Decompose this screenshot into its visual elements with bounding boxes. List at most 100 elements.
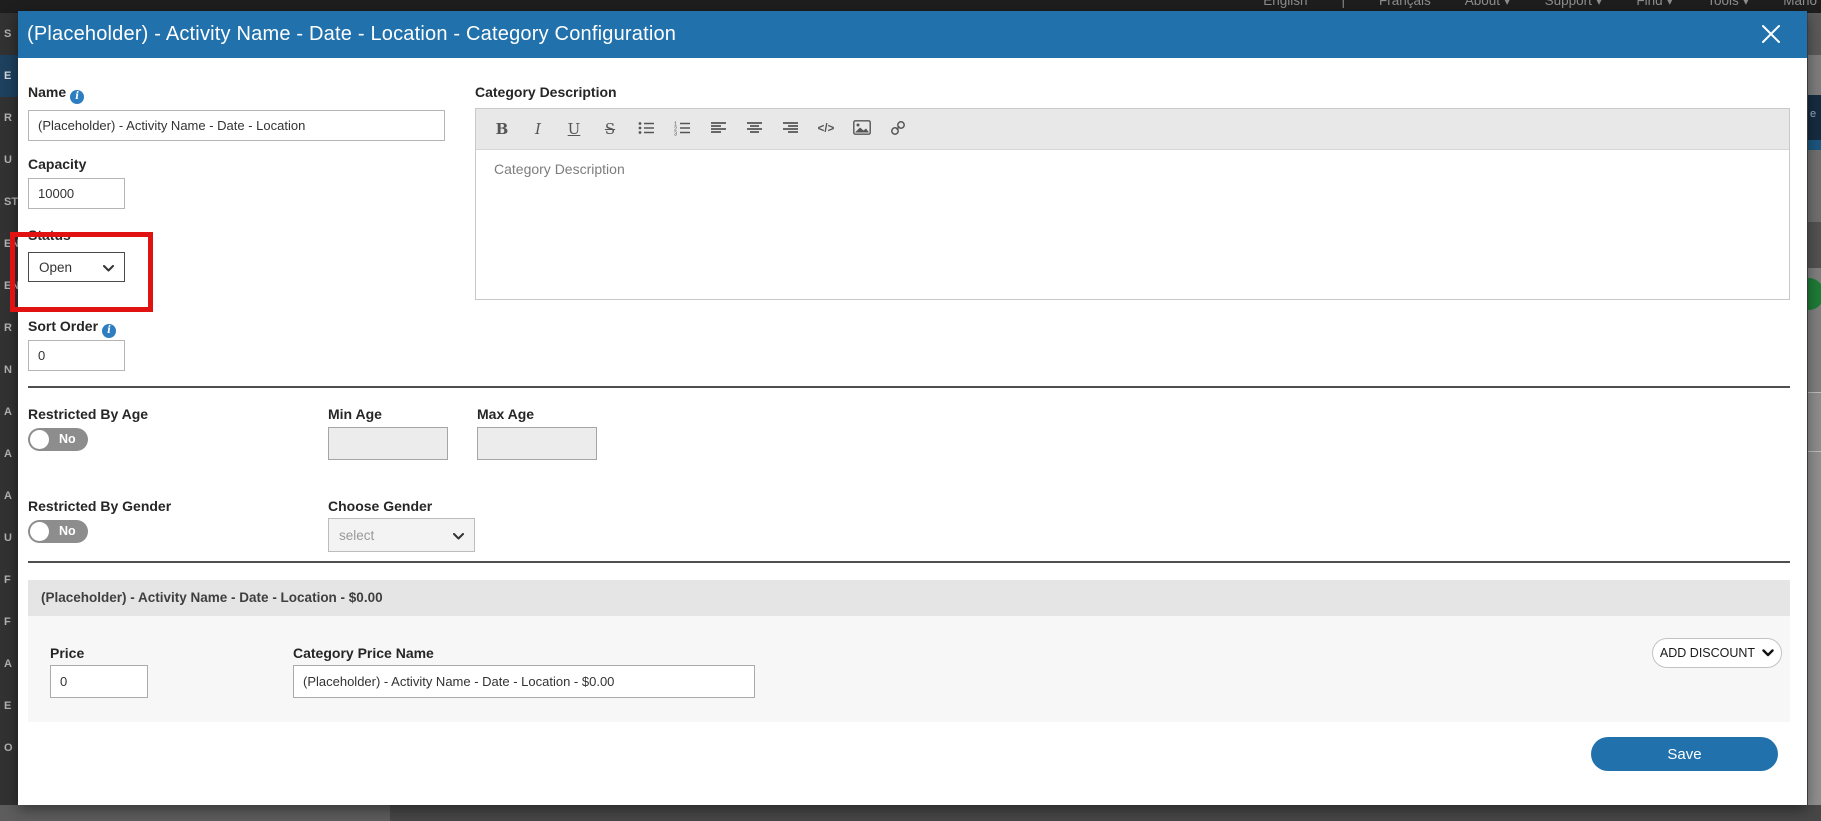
sidebar-text-fragment: R	[0, 97, 18, 139]
price-section-body: ADD DISCOUNT Price Category Price Name	[28, 616, 1790, 722]
toolbar-unordered-list-button[interactable]	[628, 109, 664, 150]
category-description-label: Category Description	[475, 84, 617, 100]
background-fragment	[1808, 392, 1821, 452]
category-price-name-label: Category Price Name	[293, 645, 434, 661]
top-nav-link[interactable]: Mario	[1783, 0, 1817, 9]
sidebar-text-fragment: EN	[0, 265, 18, 307]
choose-gender-label: Choose Gender	[328, 498, 432, 514]
toolbar-link-button[interactable]	[880, 109, 916, 150]
min-age-input	[328, 427, 448, 460]
sidebar-text-fragment: A	[0, 433, 18, 475]
restricted-by-age-toggle[interactable]: No	[28, 428, 88, 451]
price-label: Price	[50, 645, 84, 661]
name-input[interactable]	[28, 110, 445, 141]
divider	[28, 386, 1790, 388]
background-fragment	[0, 805, 390, 821]
align-right-icon	[782, 120, 799, 139]
background-fragment	[1808, 140, 1821, 150]
status-selected-value: Open	[39, 260, 72, 275]
top-nav-link[interactable]: About ▾	[1465, 0, 1511, 9]
toolbar-ordered-list-button[interactable]: 123	[664, 109, 700, 150]
sidebar-text-fragment: O	[0, 727, 18, 769]
top-nav-link[interactable]: English	[1263, 0, 1307, 9]
modal-header: (Placeholder) - Activity Name - Date - L…	[18, 11, 1807, 58]
save-button[interactable]: Save	[1591, 737, 1778, 771]
toggle-knob	[30, 430, 49, 449]
strikethrough-icon: S	[605, 120, 615, 138]
link-icon	[890, 120, 906, 139]
status-select[interactable]: Open	[28, 252, 125, 282]
divider	[28, 561, 1790, 563]
sidebar-text-fragment: E	[0, 685, 18, 727]
toolbar-code-view-button[interactable]: </>	[808, 109, 844, 150]
restricted-by-gender-toggle[interactable]: No	[28, 520, 88, 543]
toolbar-italic-button[interactable]: I	[520, 109, 556, 150]
choose-gender-selected-value: select	[339, 528, 374, 543]
background-fragment: e	[1808, 95, 1821, 140]
italic-icon: I	[535, 120, 541, 138]
sidebar-text-fragment: E	[0, 55, 18, 97]
svg-text:3: 3	[674, 131, 677, 136]
sidebar-text-fragment: F	[0, 559, 18, 601]
align-center-icon	[746, 120, 763, 139]
price-section-header: (Placeholder) - Activity Name - Date - L…	[28, 580, 1790, 616]
max-age-input	[477, 427, 597, 460]
align-left-icon	[710, 120, 727, 139]
sidebar-text-fragment: U	[0, 517, 18, 559]
toolbar-picture-button[interactable]	[844, 109, 880, 150]
underline-icon: U	[568, 120, 581, 138]
background-fragment	[1808, 222, 1821, 268]
toolbar-align-right-button[interactable]	[772, 109, 808, 150]
editor-toolbar: B I U S 123 </>	[476, 109, 1789, 150]
ordered-list-icon: 123	[674, 120, 691, 139]
category-description-editor: B I U S 123 </> Category Description	[475, 108, 1790, 300]
restricted-by-age-label: Restricted By Age	[28, 406, 148, 422]
picture-icon	[853, 120, 871, 138]
chevron-down-icon	[453, 528, 464, 543]
category-configuration-modal: (Placeholder) - Activity Name - Date - L…	[18, 11, 1807, 805]
bold-icon: B	[496, 120, 509, 138]
top-nav-link[interactable]: Français	[1379, 0, 1431, 9]
category-description-input[interactable]: Category Description	[476, 150, 1789, 300]
unordered-list-icon	[638, 120, 655, 139]
sort-order-input[interactable]	[28, 340, 125, 371]
add-discount-label: ADD DISCOUNT	[1660, 646, 1755, 660]
toolbar-align-center-button[interactable]	[736, 109, 772, 150]
toolbar-underline-button[interactable]: U	[556, 109, 592, 150]
status-label: Status	[28, 227, 71, 243]
close-button[interactable]	[1759, 23, 1783, 47]
top-nav-link[interactable]: Tools ▾	[1707, 0, 1749, 9]
info-icon: i	[70, 90, 84, 104]
background-fragment	[1808, 150, 1821, 222]
capacity-label: Capacity	[28, 156, 86, 172]
price-input[interactable]	[50, 665, 148, 698]
sidebar-text-fragment: EN	[0, 223, 18, 265]
toolbar-bold-button[interactable]: B	[484, 109, 520, 150]
top-nav-link[interactable]: Find ▾	[1636, 0, 1673, 9]
sidebar-text-fragment: N	[0, 349, 18, 391]
sidebar-text-fragment: S	[0, 13, 18, 55]
chevron-down-icon	[103, 260, 114, 275]
toolbar-align-left-button[interactable]	[700, 109, 736, 150]
min-age-label: Min Age	[328, 406, 382, 422]
top-nav-link[interactable]: |	[1341, 0, 1345, 9]
category-price-name-input[interactable]	[293, 665, 755, 698]
add-discount-button[interactable]: ADD DISCOUNT	[1652, 638, 1782, 668]
name-label: Namei	[28, 84, 84, 104]
restricted-by-gender-label: Restricted By Gender	[28, 498, 171, 514]
modal-title: (Placeholder) - Activity Name - Date - L…	[27, 23, 676, 46]
sidebar-text-fragment: ST	[0, 181, 18, 223]
sidebar-text-fragment: U	[0, 139, 18, 181]
top-nav-link[interactable]: Support ▾	[1545, 0, 1603, 9]
close-icon	[1760, 33, 1782, 48]
sidebar-text-fragment: A	[0, 475, 18, 517]
choose-gender-select: select	[328, 518, 475, 552]
toolbar-strikethrough-button[interactable]: S	[592, 109, 628, 150]
capacity-input[interactable]	[28, 178, 125, 209]
code-view-icon: </>	[818, 123, 835, 135]
background-green-circle-fragment	[1808, 278, 1821, 310]
sidebar-text-fragment: R	[0, 307, 18, 349]
sidebar-text-fragment: F	[0, 601, 18, 643]
top-nav-items: English | Français About ▾ Support ▾ Find ▾ To…	[1263, 0, 1817, 9]
sidebar-text-fragment: A	[0, 391, 18, 433]
